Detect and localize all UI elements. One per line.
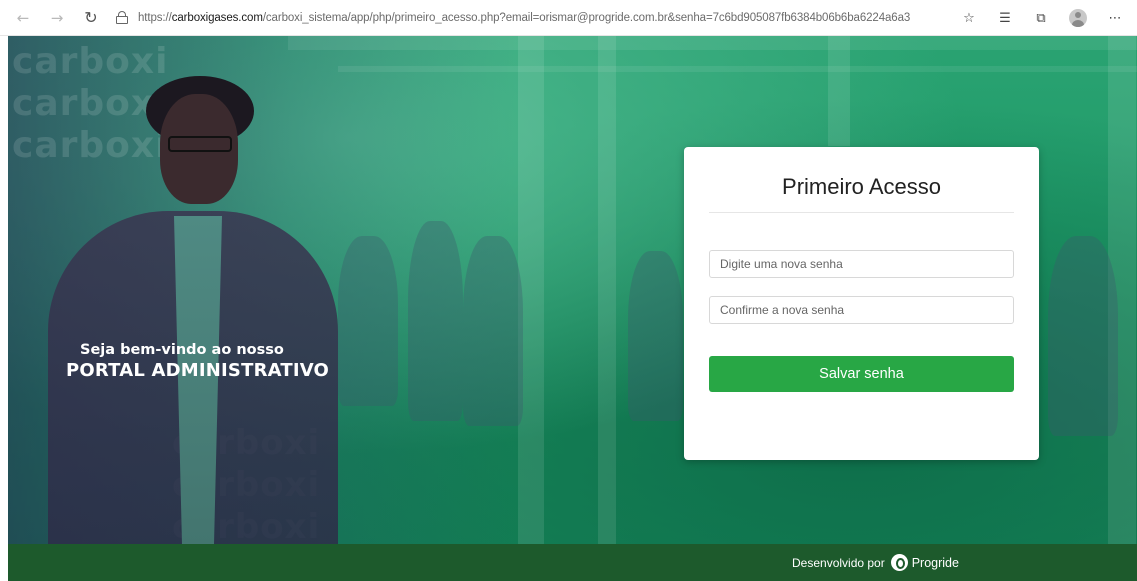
url-host: carboxigases.com [171,11,263,24]
lock-icon[interactable] [116,11,128,24]
brand-name: Progride [911,555,959,570]
background-person [463,236,523,426]
watermark-logo: carboxi [12,41,169,82]
page: carboxi carboxi carboxi carboxi carboxi … [8,36,1137,581]
browser-toolbar: ← → ↻ https://carboxigases.com/carboxi_s… [0,0,1137,36]
welcome-line-2: PORTAL ADMINISTRATIVO [66,360,330,381]
pillar [598,36,616,544]
pillar [828,36,850,146]
favorite-add-icon[interactable]: ☆ [961,10,977,26]
reload-icon[interactable]: ↻ [80,7,102,29]
background-person [628,251,683,421]
more-icon[interactable]: ⋯ [1107,10,1123,26]
forward-icon[interactable]: → [46,7,68,29]
watermark-logo: carboxi [12,125,169,166]
favorites-icon[interactable]: ☰ [997,10,1013,26]
back-icon[interactable]: ← [12,7,34,29]
first-access-card: Primeiro Acesso Salvar senha [684,147,1039,460]
save-password-button[interactable]: Salvar senha [709,356,1014,392]
profile-avatar[interactable] [1069,9,1087,27]
ceiling-beam [288,36,1137,50]
footer: Desenvolvido por Progride [8,544,1137,581]
address-bar[interactable]: https://carboxigases.com/carboxi_sistema… [138,12,910,24]
url-prefix: https:// [138,11,172,24]
welcome-text: Seja bem-vindo ao nosso PORTAL ADMINISTR… [66,342,329,381]
man-figure-glasses [168,136,232,152]
background-person [338,236,398,406]
welcome-line-1: Seja bem-vindo ao nosso [80,342,284,358]
progride-logo-icon [890,554,908,571]
collections-icon[interactable]: ⧉ [1033,10,1049,26]
browser-actions: ☆ ☰ ⧉ ⋯ [961,0,1123,36]
card-divider [709,212,1014,213]
watermark-logo: carboxi [12,83,169,124]
developed-by-text: Desenvolvido por [792,555,885,570]
url-path: /carboxi_sistema/app/php/primeiro_acesso… [262,11,911,24]
card-title: Primeiro Acesso [782,174,941,199]
footer-credit: Desenvolvido por Progride [792,544,959,581]
background-person [408,221,463,421]
ceiling-beam [338,66,1137,72]
confirm-password-input[interactable] [709,296,1014,324]
background-person [1048,236,1118,436]
new-password-input[interactable] [709,250,1014,278]
